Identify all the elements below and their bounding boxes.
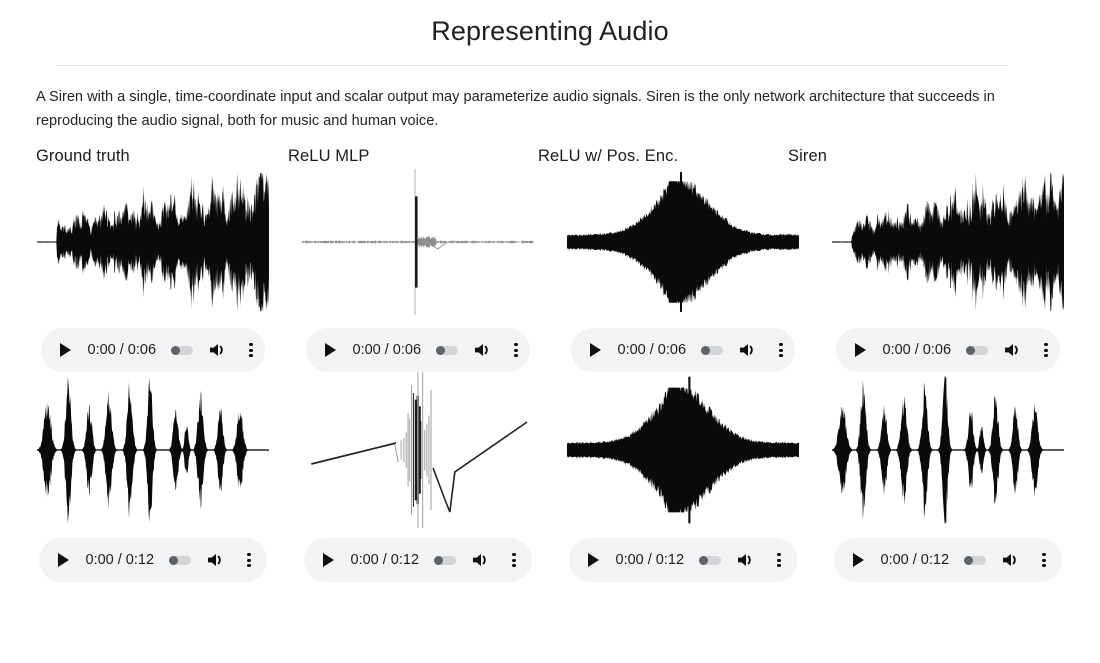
title-divider [56,65,1008,66]
cell-music-relu-pos-enc: 0:00 / 0:06 [550,166,815,373]
audio-player-music-ground-truth[interactable]: 0:00 / 0:06 [40,328,265,373]
audio-player-music-relu-mlp[interactable]: 0:00 / 0:06 [305,328,530,373]
intro-paragraph: A Siren with a single, time-coordinate i… [36,89,995,129]
waveform-voice-ground-truth [36,372,269,528]
waveform-music-relu-pos-enc [566,166,799,318]
seek-slider[interactable] [171,345,194,355]
time-display: 0:00 / 0:12 [85,552,155,569]
volume-icon[interactable] [471,551,491,569]
play-icon[interactable] [321,552,337,568]
play-icon[interactable] [586,552,602,568]
time-display: 0:00 / 0:12 [615,552,685,569]
column-headers: Ground truth ReLU MLP ReLU w/ Pos. Enc. … [0,147,1100,166]
time-display: 0:00 / 0:06 [352,342,422,359]
volume-icon[interactable] [1003,341,1023,359]
audio-player-music-siren[interactable]: 0:00 / 0:06 [835,328,1060,373]
play-icon[interactable] [58,342,74,358]
audio-player-voice-ground-truth[interactable]: 0:00 / 0:12 [38,538,267,583]
more-options-icon[interactable] [507,551,521,569]
time-display: 0:00 / 0:06 [87,342,157,359]
volume-icon[interactable] [738,341,758,359]
play-icon[interactable] [56,552,72,568]
volume-icon[interactable] [208,341,228,359]
cell-voice-relu-pos-enc: 0:00 / 0:12 [550,372,815,583]
column-header-relu-mlp: ReLU MLP [288,147,370,166]
audio-player-voice-siren[interactable]: 0:00 / 0:12 [833,538,1062,583]
time-display: 0:00 / 0:06 [617,342,687,359]
play-icon[interactable] [851,552,867,568]
waveform-music-ground-truth [36,166,269,318]
more-options-icon[interactable] [509,341,523,359]
time-display: 0:00 / 0:12 [880,552,950,569]
cell-music-siren: 0:00 / 0:06 [815,166,1080,373]
seek-slider[interactable] [169,555,192,565]
more-options-icon[interactable] [242,551,256,569]
results-grid: Ground truth ReLU MLP ReLU w/ Pos. Enc. … [0,147,1100,583]
seek-slider[interactable] [434,555,457,565]
more-options-icon[interactable] [772,551,786,569]
cell-voice-relu-mlp: 0:00 / 0:12 [285,372,550,583]
seek-slider[interactable] [966,345,989,355]
more-options-icon[interactable] [244,341,258,359]
more-options-icon[interactable] [774,341,788,359]
time-display: 0:00 / 0:12 [350,552,420,569]
seek-slider[interactable] [699,555,722,565]
page-title: Representing Audio [431,16,669,46]
cell-music-relu-mlp: 0:00 / 0:06 [285,166,550,373]
audio-results-page: Representing Audio A Siren with a single… [0,0,1100,663]
waveform-voice-relu-pos-enc [566,372,799,528]
volume-icon[interactable] [736,551,756,569]
play-icon[interactable] [588,342,604,358]
more-options-icon[interactable] [1039,341,1053,359]
waveform-voice-siren [831,372,1064,528]
seek-slider[interactable] [964,555,987,565]
seek-slider[interactable] [436,345,459,355]
volume-icon[interactable] [206,551,226,569]
column-header-relu-pos-enc: ReLU w/ Pos. Enc. [538,147,679,166]
seek-slider[interactable] [701,345,724,355]
column-header-ground-truth: Ground truth [36,147,130,166]
waveform-music-siren [831,166,1064,318]
results-row-music: 0:00 / 0:06 0:00 / 0:06 0:00 / 0:06 0:00… [0,166,1100,373]
results-row-voice: 0:00 / 0:12 0:00 / 0:12 0:00 / 0:12 0:00… [0,372,1100,583]
volume-icon[interactable] [473,341,493,359]
cell-voice-ground-truth: 0:00 / 0:12 [20,372,285,583]
more-options-icon[interactable] [1037,551,1051,569]
play-icon[interactable] [323,342,339,358]
audio-player-voice-relu-pos-enc[interactable]: 0:00 / 0:12 [568,538,797,583]
column-header-siren: Siren [788,147,828,166]
audio-player-music-relu-pos-enc[interactable]: 0:00 / 0:06 [570,328,795,373]
play-icon[interactable] [853,342,869,358]
audio-player-voice-relu-mlp[interactable]: 0:00 / 0:12 [303,538,532,583]
cell-music-ground-truth: 0:00 / 0:06 [20,166,285,373]
volume-icon[interactable] [1001,551,1021,569]
waveform-voice-relu-mlp [302,372,534,529]
time-display: 0:00 / 0:06 [882,342,952,359]
waveform-music-relu-mlp [301,166,534,318]
cell-voice-siren: 0:00 / 0:12 [815,372,1080,583]
